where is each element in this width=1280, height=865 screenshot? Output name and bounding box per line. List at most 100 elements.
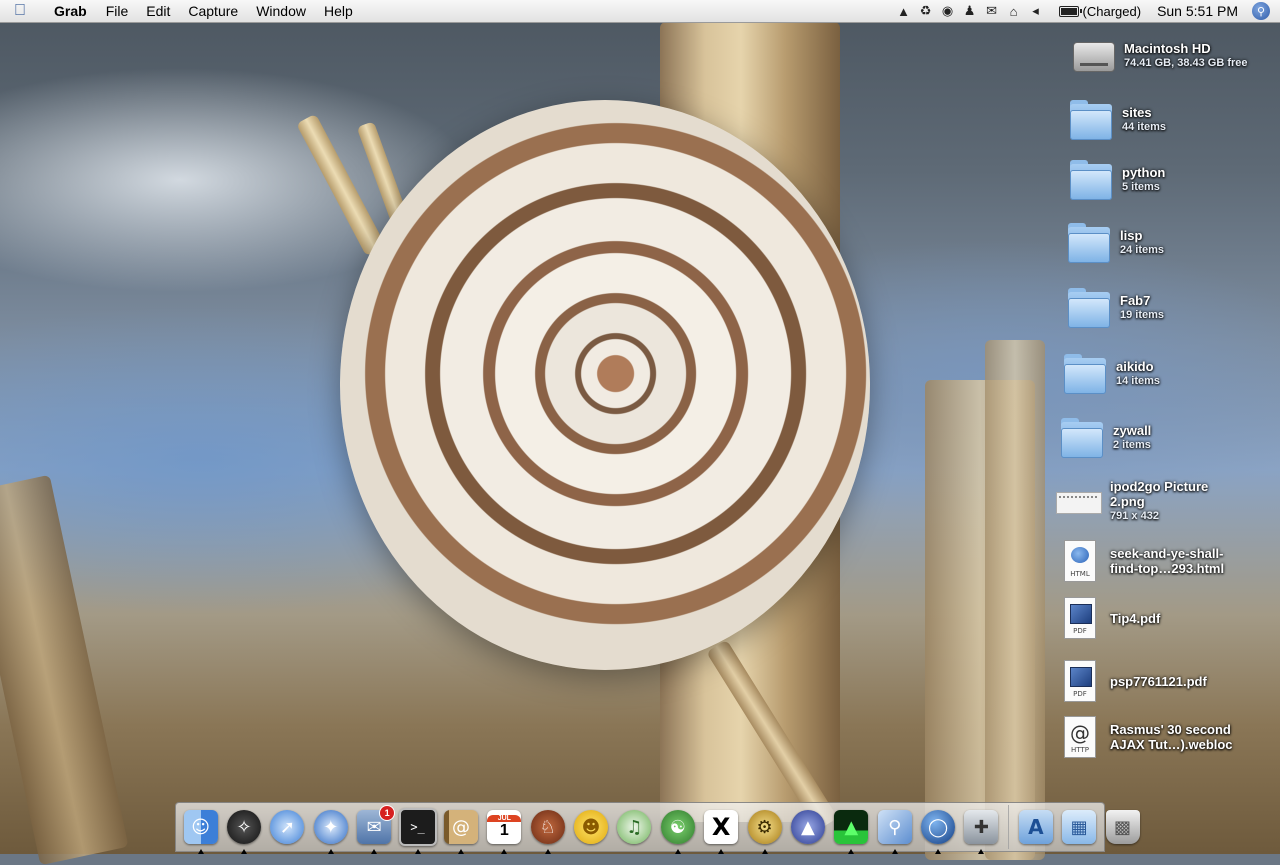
spotlight-search-icon[interactable]: ⚲ [1252, 2, 1270, 20]
dock-grab[interactable]: ✚ [961, 807, 1001, 854]
volume-icon[interactable]: ◂ [1025, 0, 1047, 22]
desktop-item-info: 5 items [1122, 180, 1160, 193]
desktop-item-macintosh-hd[interactable]: Macintosh HD 74.41 GB, 38.43 GB free [1070, 32, 1248, 78]
desktop-item-sites[interactable]: sites 44 items [1068, 96, 1166, 142]
dock-network-utility[interactable]: ✦ [311, 807, 351, 854]
menu-file[interactable]: File [97, 3, 138, 19]
itunes-icon: ♫ [617, 810, 652, 844]
ical-day: 1 [499, 821, 509, 839]
running-indicator [414, 849, 421, 854]
network-utility-icon: ✦ [313, 810, 348, 844]
running-indicator [197, 849, 204, 854]
dock-mail[interactable]: ✉ 1 [354, 805, 396, 854]
dock-adium[interactable]: ☻ [571, 807, 611, 847]
person-icon[interactable]: ♟ [959, 0, 981, 22]
desktop-item-tip4-pdf[interactable]: PDF Tip4.pdf [1056, 595, 1160, 641]
dock-itunes[interactable]: ♫ [614, 807, 654, 847]
running-indicator [457, 849, 464, 854]
dock-google-earth[interactable]: ◯ [918, 807, 958, 854]
dock-vlc[interactable]: ▲ [788, 807, 828, 847]
desktop-item-zywall[interactable]: zywall 2 items [1059, 414, 1151, 460]
dock-gecko[interactable]: ☯ [658, 807, 698, 854]
documents-stack-icon: ▦ [1062, 810, 1097, 844]
menu-bar:  Grab File Edit Capture Window Help ▲ ♻… [0, 0, 1280, 23]
folder-icon [1059, 414, 1105, 460]
desktop-item-html-file[interactable]: HTML seek-and-ye-shall- find-top…293.htm… [1056, 538, 1224, 584]
spiral-icon[interactable]: ◉ [937, 0, 959, 22]
menu-help[interactable]: Help [315, 3, 362, 19]
sync-icon[interactable]: ♻ [915, 0, 937, 22]
file-type-label: HTML [1070, 570, 1090, 578]
folder-icon [1066, 284, 1112, 330]
google-earth-icon: ◯ [921, 810, 956, 844]
preview-icon: ⚲ [877, 810, 912, 844]
dock-terminal[interactable]: >_ [398, 807, 438, 854]
pdf-file-icon: PDF [1056, 658, 1102, 704]
terminal-icon: >_ [398, 808, 437, 846]
apple-menu-icon[interactable]:  [0, 2, 40, 20]
folder-icon [1068, 156, 1114, 202]
desktop-item-name: Rasmus' 30 second AJAX Tut…).webloc [1110, 722, 1233, 752]
desktop-item-info: 14 items [1116, 374, 1161, 387]
desktop-item-psp-pdf[interactable]: PDF psp7761121.pdf [1056, 658, 1207, 704]
running-indicator [371, 849, 378, 854]
dock-safari[interactable]: ➚ [267, 807, 307, 847]
desktop-item-ipod2go-picture[interactable]: ipod2go Picture 2.png 791 x 432 [1056, 478, 1208, 524]
app-menu[interactable]: Grab [40, 3, 97, 19]
file-type-label: PDF [1073, 627, 1087, 635]
activity-gear-icon: ⚙ [747, 810, 782, 844]
desktop-item-name: aikido [1116, 358, 1154, 374]
ical-month: JUL [487, 814, 522, 822]
desktop-item-webloc[interactable]: @ HTTP Rasmus' 30 second AJAX Tut…).weblo… [1056, 714, 1233, 760]
desktop-item-info: 24 items [1120, 243, 1165, 256]
wallpaper-stalk [985, 340, 1045, 860]
dashboard-icon: ✧ [227, 810, 262, 844]
menu-clock[interactable]: Sun 5:51 PM [1157, 3, 1252, 19]
battery-status[interactable]: (Charged) [1083, 4, 1158, 19]
dock-applications-folder[interactable]: A [1016, 807, 1056, 847]
dock-dashboard[interactable]: ✧ [224, 807, 264, 854]
menu-capture[interactable]: Capture [179, 3, 247, 19]
battery-icon[interactable] [1058, 5, 1082, 17]
dock-trash[interactable]: ▩ [1103, 807, 1143, 847]
battery-fill [1060, 7, 1077, 15]
dock-finder[interactable]: ☺ [181, 807, 221, 854]
dock-activity-monitor[interactable]: ▲ [831, 807, 871, 854]
address-book-icon: @ [443, 810, 478, 844]
dock-gnu[interactable]: ♘ [528, 807, 568, 854]
dock-x11[interactable]: X [701, 807, 741, 854]
file-type-label: HTTP [1071, 746, 1089, 754]
folder-icon [1066, 219, 1112, 265]
wallpaper-stalk [0, 474, 129, 865]
desktop-item-aikido[interactable]: aikido 14 items [1062, 350, 1160, 396]
html-file-icon: HTML [1056, 538, 1102, 584]
finder-icon: ☺ [183, 810, 218, 844]
gecko-icon: ☯ [660, 810, 695, 844]
dock-ical[interactable]: JUL 1 [484, 807, 524, 854]
running-indicator [935, 849, 942, 854]
dock: ☺ ✧ ➚ ✦ ✉ 1 >_ @ JUL 1 ♘ ☻ ♫ ☯ X ⚙ ▲ ▲ ⚲… [175, 802, 1140, 854]
desktop-item-info: 19 items [1120, 308, 1165, 321]
desktop-item-fab7[interactable]: Fab7 19 items [1066, 284, 1164, 330]
running-indicator [718, 849, 725, 854]
folder-icon [1068, 96, 1114, 142]
desktop-item-python[interactable]: python 5 items [1068, 156, 1165, 202]
running-indicator [891, 849, 898, 854]
menu-window[interactable]: Window [247, 3, 315, 19]
desktop-item-name: psp7761121.pdf [1110, 673, 1207, 689]
dock-address-book[interactable]: @ [441, 807, 481, 854]
growl-icon[interactable]: ▲ [893, 0, 915, 22]
mail-icon[interactable]: ✉ [981, 0, 1003, 22]
wifi-icon[interactable]: ⌂ [1003, 0, 1025, 22]
menu-edit[interactable]: Edit [137, 3, 179, 19]
dock-documents-stack[interactable]: ▦ [1059, 807, 1099, 847]
running-indicator [544, 849, 551, 854]
gnu-icon: ♘ [530, 810, 565, 844]
running-indicator [327, 849, 334, 854]
dock-activity-gear[interactable]: ⚙ [745, 807, 785, 854]
running-indicator [501, 849, 508, 854]
desktop-item-lisp[interactable]: lisp 24 items [1066, 219, 1164, 265]
dock-preview[interactable]: ⚲ [875, 807, 915, 854]
folder-icon [1062, 350, 1108, 396]
desktop-item-info: 2 items [1113, 438, 1151, 451]
